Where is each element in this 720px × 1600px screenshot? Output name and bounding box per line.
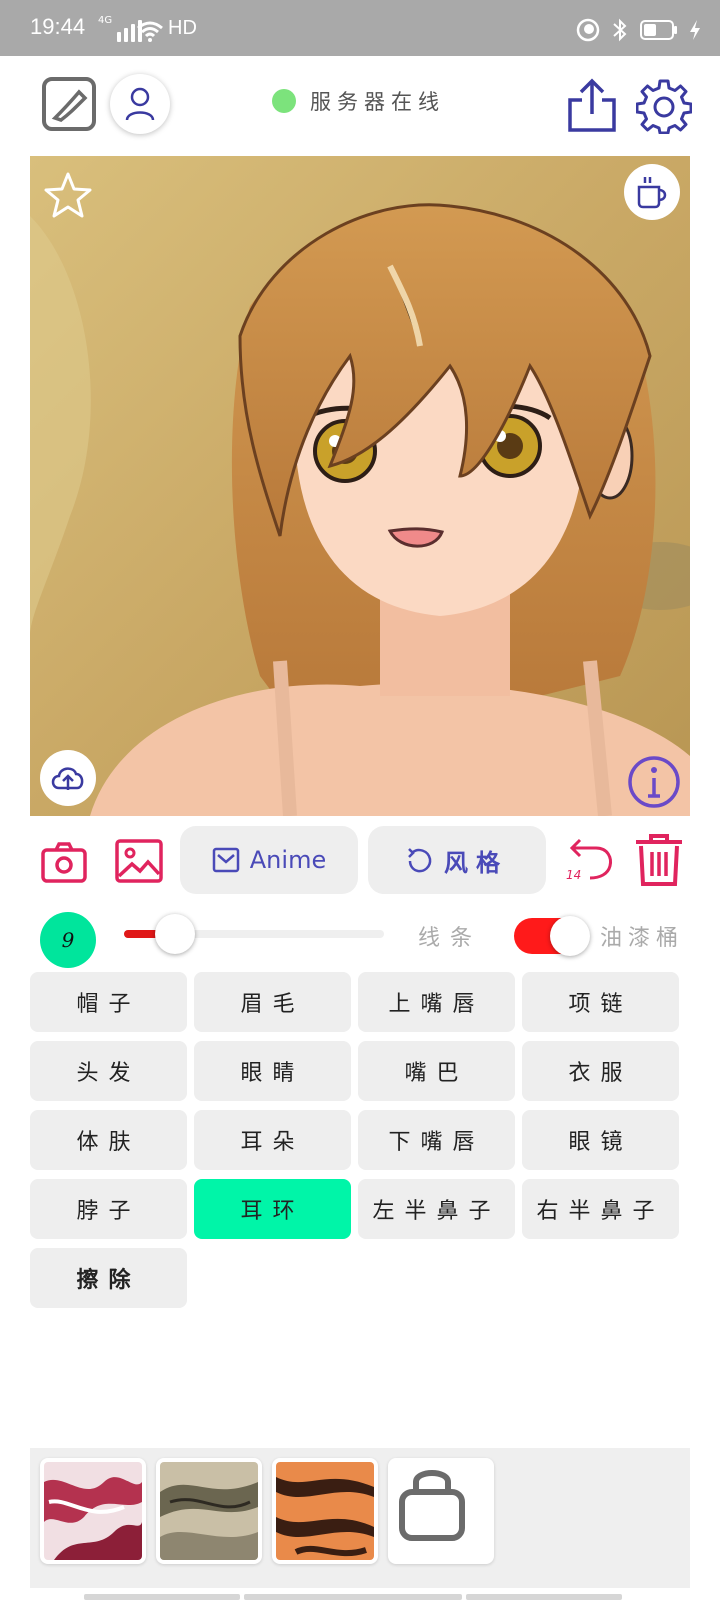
user-icon [125, 87, 155, 121]
do-not-disturb-icon [576, 18, 600, 42]
part-button[interactable]: 耳朵 [194, 1110, 351, 1170]
share-icon [568, 78, 616, 132]
bottom-indicator [84, 1594, 622, 1600]
status-right [576, 18, 702, 42]
part-button[interactable]: 眼睛 [194, 1041, 351, 1101]
texture-palette [30, 1448, 690, 1588]
status-time: 19:44 [30, 14, 86, 39]
camera-button[interactable] [40, 840, 88, 884]
style-button[interactable]: 风格 [368, 826, 546, 894]
part-button[interactable]: 脖子 [30, 1179, 187, 1239]
gallery-button[interactable] [114, 838, 164, 884]
swatch-locked[interactable] [388, 1458, 494, 1564]
gear-icon [635, 79, 693, 135]
part-button[interactable]: 左半鼻子 [358, 1179, 515, 1239]
part-button[interactable]: 衣服 [522, 1041, 679, 1101]
generated-anime-portrait [30, 156, 690, 816]
drawing-canvas[interactable] [30, 156, 690, 816]
brush-size-slider[interactable] [124, 914, 384, 954]
server-status-text: 服务器在线 [310, 90, 445, 114]
app-header: 服务器在线 [0, 56, 720, 156]
mail-box-icon [212, 847, 240, 873]
favorite-button[interactable] [42, 170, 94, 222]
anime-model-label: Anime [249, 846, 327, 874]
lock-icon [399, 1470, 465, 1541]
edit-canvas-button[interactable] [41, 76, 97, 132]
trash-icon [636, 834, 682, 886]
status-bar: 19:44 4G HD [0, 0, 720, 56]
brush-size-badge: 9 [40, 912, 96, 968]
swatch-pink-marble[interactable] [40, 1458, 146, 1564]
edit-canvas-icon [42, 77, 96, 131]
orange-tiger-texture [276, 1462, 374, 1560]
bluetooth-icon [610, 18, 630, 42]
grey-stone-texture [160, 1462, 258, 1560]
swatch-grey-stone[interactable] [156, 1458, 262, 1564]
hd-indicator: HD [168, 17, 197, 39]
toggle-thumb [550, 916, 590, 956]
star-icon [44, 172, 92, 218]
refresh-icon [406, 846, 434, 874]
cloud-upload-icon [51, 767, 84, 790]
upload-button[interactable] [40, 750, 96, 806]
part-button[interactable]: 下嘴唇 [358, 1110, 515, 1170]
erase-button[interactable]: 擦除 [30, 1248, 187, 1308]
brush-controls: 9 线条 油漆桶 [0, 906, 720, 968]
info-button[interactable] [626, 754, 682, 810]
swatch-orange-tiger[interactable] [272, 1458, 378, 1564]
part-button[interactable]: 眼镜 [522, 1110, 679, 1170]
profile-button[interactable] [110, 74, 170, 134]
info-icon [628, 756, 680, 808]
part-button[interactable]: 上嘴唇 [358, 972, 515, 1032]
part-button[interactable]: 眉毛 [194, 972, 351, 1032]
toolbar: Anime 风格 14 [0, 826, 720, 896]
settings-button[interactable] [635, 78, 693, 135]
undo-count: 14 [566, 868, 582, 882]
battery-icon [640, 19, 678, 41]
part-button[interactable]: 右半鼻子 [522, 1179, 679, 1239]
part-button[interactable]: 体肤 [30, 1110, 187, 1170]
charging-icon [688, 19, 702, 41]
server-status: 服务器在线 [272, 86, 445, 116]
fill-mode-toggle[interactable] [514, 916, 590, 956]
delete-button[interactable] [634, 832, 684, 888]
camera-icon [41, 842, 87, 883]
image-icon [115, 839, 163, 883]
server-status-dot [272, 89, 296, 113]
anime-model-button[interactable]: Anime [180, 826, 358, 894]
part-button[interactable]: 头发 [30, 1041, 187, 1101]
slider-thumb[interactable] [155, 914, 196, 954]
part-button[interactable]: 帽子 [30, 972, 187, 1032]
share-button[interactable] [566, 78, 618, 134]
part-button[interactable]: 嘴巴 [358, 1041, 515, 1101]
line-mode-label[interactable]: 线条 [418, 920, 482, 952]
donate-button[interactable] [624, 164, 680, 220]
part-button[interactable]: 耳环 [194, 1179, 351, 1239]
fill-mode-label[interactable]: 油漆桶 [600, 920, 684, 952]
style-label: 风格 [444, 847, 508, 877]
wifi-icon [136, 20, 164, 46]
part-button[interactable]: 项链 [522, 972, 679, 1032]
pink-marble-texture [44, 1462, 142, 1560]
coffee-cup-icon [637, 177, 667, 209]
